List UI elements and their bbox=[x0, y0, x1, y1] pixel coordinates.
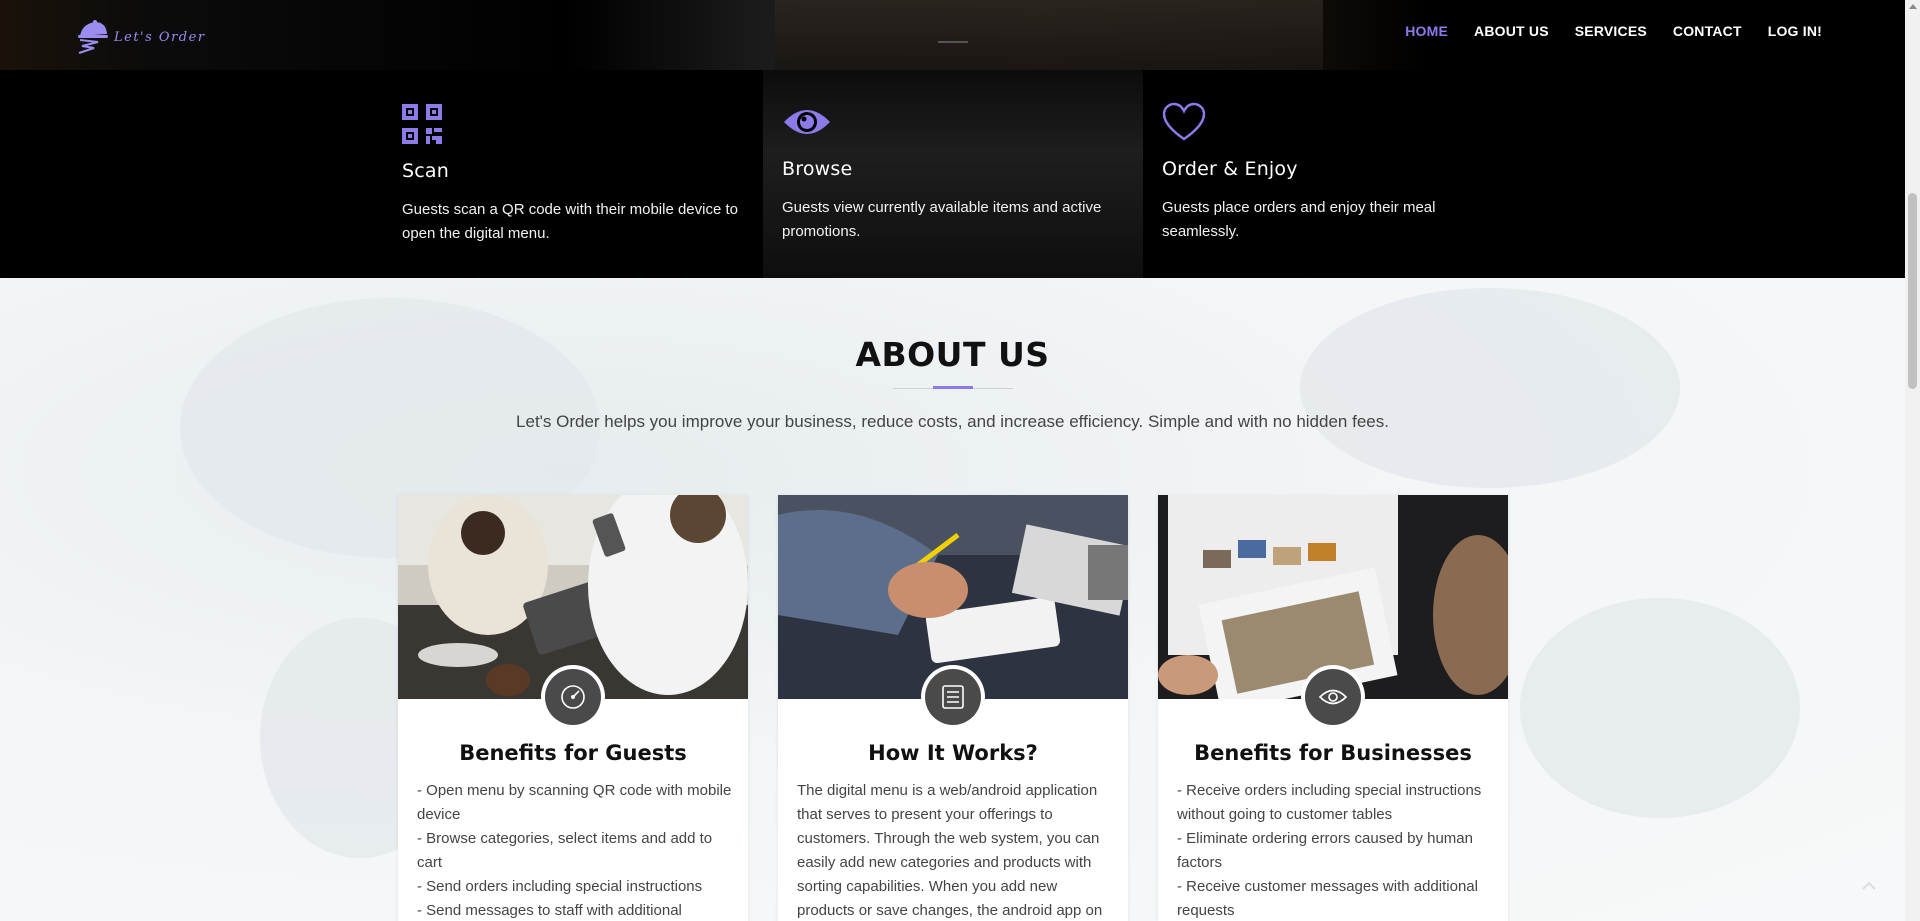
list-icon bbox=[942, 685, 964, 709]
card-benefits-guests: Benefits for Guests - Open menu by scann… bbox=[398, 495, 748, 921]
navbar: Let's Order HOME ABOUT US SERVICES CONTA… bbox=[0, 0, 1905, 64]
card-line: - Receive orders including special instr… bbox=[1177, 782, 1482, 823]
title-accent bbox=[933, 386, 973, 389]
brand-name: Let's Order bbox=[114, 29, 206, 45]
map-decoration bbox=[1300, 288, 1680, 488]
hero-band: Let's Order HOME ABOUT US SERVICES CONTA… bbox=[0, 0, 1905, 278]
page-scrollbar[interactable] bbox=[1905, 0, 1920, 921]
card-line: - Open menu by scanning QR code with mob… bbox=[417, 782, 732, 823]
scrollbar-thumb[interactable] bbox=[1908, 193, 1917, 389]
cloche-logo-icon bbox=[78, 20, 108, 54]
scroll-up-arrow-icon[interactable] bbox=[1909, 4, 1917, 9]
card-line: - Send orders including special instruct… bbox=[417, 878, 703, 895]
feature-title: Order & Enjoy bbox=[1162, 158, 1298, 180]
heart-icon bbox=[1162, 102, 1206, 141]
feature-title: Browse bbox=[782, 158, 853, 180]
map-decoration bbox=[1520, 598, 1800, 818]
card-title: How It Works? bbox=[868, 741, 1038, 765]
card-title: Benefits for Guests bbox=[459, 741, 687, 765]
card-how-it-works: How It Works? The digital menu is a web/… bbox=[778, 495, 1128, 921]
card-badge bbox=[541, 665, 605, 729]
feature-text: Guests view currently available items an… bbox=[782, 199, 1102, 240]
card-body: - Open menu by scanning QR code with mob… bbox=[417, 779, 732, 921]
qr-code-icon bbox=[402, 104, 442, 144]
card-line: - Receive customer messages with additio… bbox=[1177, 878, 1478, 919]
feature-title: Scan bbox=[402, 160, 449, 182]
card-line: - Eliminate ordering errors caused by hu… bbox=[1177, 830, 1473, 871]
nav-home[interactable]: HOME bbox=[1405, 23, 1448, 39]
feature-text: Guests scan a QR code with their mobile … bbox=[402, 201, 738, 242]
card-badge bbox=[1301, 665, 1365, 729]
nav-log-in[interactable]: LOG IN! bbox=[1768, 23, 1822, 39]
eye-icon bbox=[1318, 689, 1348, 705]
card-benefits-businesses: Benefits for Businesses - Receive orders… bbox=[1158, 495, 1508, 921]
feature-browse: Browse Guests view currently available i… bbox=[782, 100, 1122, 244]
card-line: - Browse categories, select items and ad… bbox=[417, 830, 713, 871]
section-subtitle: Let's Order helps you improve your busin… bbox=[516, 412, 1389, 431]
card-line: The digital menu is a web/android applic… bbox=[797, 782, 1103, 919]
eye-icon bbox=[784, 110, 830, 134]
card-title: Benefits for Businesses bbox=[1194, 741, 1472, 765]
card-body: - Receive orders including special instr… bbox=[1177, 779, 1492, 921]
section-title: ABOUT US bbox=[855, 335, 1050, 374]
about-section: ABOUT US Let's Order helps you improve y… bbox=[0, 278, 1905, 921]
nav-contact[interactable]: CONTACT bbox=[1673, 23, 1742, 39]
dashboard-icon bbox=[561, 685, 585, 709]
feature-scan: Scan Guests scan a QR code with their mo… bbox=[402, 100, 742, 246]
back-to-top-icon[interactable] bbox=[1862, 880, 1876, 890]
card-badge bbox=[921, 665, 985, 729]
nav-services[interactable]: SERVICES bbox=[1575, 23, 1647, 39]
main-nav: HOME ABOUT US SERVICES CONTACT LOG IN! bbox=[1405, 23, 1822, 39]
logo[interactable]: Let's Order bbox=[76, 18, 206, 54]
feature-order-enjoy: Order & Enjoy Guests place orders and en… bbox=[1162, 100, 1502, 244]
card-line: - Send messages to staff with additional bbox=[417, 902, 682, 919]
feature-text: Guests place orders and enjoy their meal… bbox=[1162, 199, 1436, 240]
card-body: The digital menu is a web/android applic… bbox=[797, 779, 1112, 921]
nav-about-us[interactable]: ABOUT US bbox=[1474, 23, 1549, 39]
